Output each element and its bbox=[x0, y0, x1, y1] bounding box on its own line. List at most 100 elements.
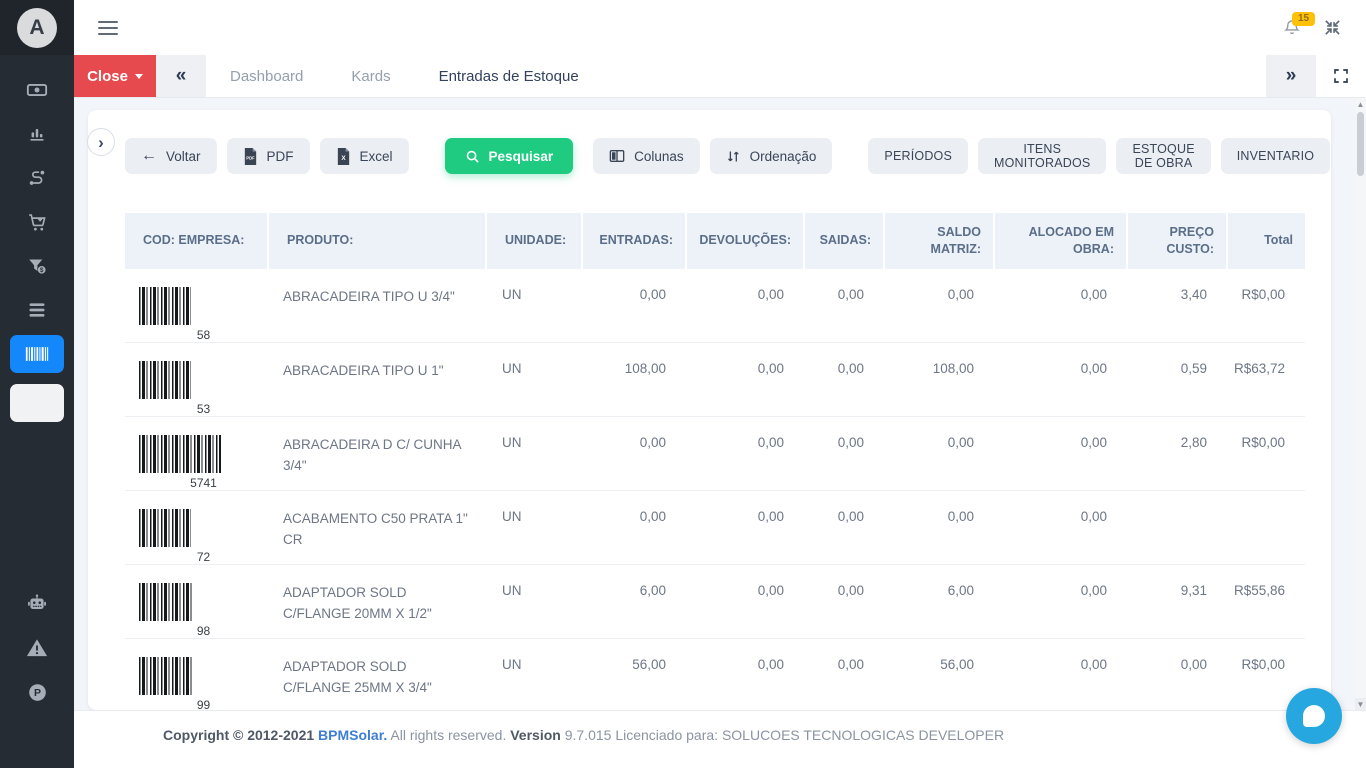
logo-letter: A bbox=[29, 16, 44, 40]
alocado-obra-link[interactable]: 0,00 bbox=[994, 564, 1127, 638]
product-link[interactable]: ABRACADEIRA D C/ CUNHA 3/4" bbox=[268, 416, 486, 490]
scroll-up-arrow[interactable]: ▲ bbox=[1355, 98, 1366, 110]
alocado-obra-link[interactable]: 0,00 bbox=[994, 638, 1127, 710]
sidebar-item-reports[interactable] bbox=[0, 112, 74, 156]
header-preco-custo[interactable]: PREÇO CUSTO: bbox=[1127, 213, 1227, 269]
scroll-down-arrow[interactable]: ▼ bbox=[1355, 698, 1366, 710]
chat-icon bbox=[1303, 705, 1325, 727]
stock-table-body: 58 ABRACADEIRA TIPO U 3/4" UN 0,00 0,00 … bbox=[125, 269, 1305, 710]
barcode-number: 53 bbox=[139, 402, 268, 416]
search-icon bbox=[465, 149, 480, 164]
vertical-scrollbar[interactable]: ▲ ▼ bbox=[1355, 98, 1366, 710]
sidebar-item-alerts[interactable] bbox=[0, 626, 74, 670]
warning-triangle-icon bbox=[26, 637, 48, 659]
header-cod-empresa[interactable]: COD: EMPRESA: bbox=[125, 213, 268, 269]
inventario-button[interactable]: INVENTARIO bbox=[1221, 138, 1330, 174]
ordenacao-label: Ordenação bbox=[750, 149, 817, 164]
banknote-icon bbox=[26, 79, 48, 101]
sidebar-item-routes[interactable] bbox=[0, 156, 74, 200]
voltar-button[interactable]: ← Voltar bbox=[125, 138, 217, 174]
header-saldo-matriz[interactable]: SALDO MATRIZ: bbox=[884, 213, 994, 269]
sidebar-item-assistant[interactable] bbox=[0, 582, 74, 626]
tabbar: Close « Dashboard Kards Entradas de Esto… bbox=[74, 55, 1366, 98]
barcode-number: 58 bbox=[139, 328, 268, 342]
tab-dashboard[interactable]: Dashboard bbox=[206, 55, 327, 97]
chat-widget-button[interactable] bbox=[1286, 688, 1342, 744]
excel-file-icon: X bbox=[336, 148, 351, 165]
header-unidade[interactable]: UNIDADE: bbox=[486, 213, 582, 269]
compress-icon[interactable] bbox=[1323, 18, 1342, 37]
sidebar-item-lists[interactable] bbox=[0, 288, 74, 332]
sort-icon bbox=[726, 149, 741, 164]
header-alocado-em-obra[interactable]: ALOCADO EM OBRA: bbox=[994, 213, 1127, 269]
pdf-button[interactable]: PDF PDF bbox=[227, 138, 310, 174]
tabs-scroll-left-button[interactable]: « bbox=[156, 55, 206, 97]
footer-version-info: 9.7.015 Licenciado para: SOLUCOES TECNOL… bbox=[561, 727, 1004, 743]
product-link[interactable]: ADAPTADOR SOLD C/FLANGE 25MM X 3/4" bbox=[268, 638, 486, 710]
tab-entradas-de-estoque[interactable]: Entradas de Estoque bbox=[415, 55, 603, 97]
cart-plus-icon bbox=[27, 212, 48, 233]
footer-brand-link[interactable]: BPMSolar. bbox=[318, 727, 387, 743]
stock-card: ← Voltar PDF PDF X Excel bbox=[88, 110, 1331, 710]
columns-icon bbox=[609, 149, 625, 163]
tabs-scroll-right-button[interactable]: » bbox=[1266, 55, 1316, 97]
sidebar-item-sales-filter[interactable]: $ bbox=[0, 244, 74, 288]
sidebar-nav: $ bbox=[0, 55, 74, 768]
stock-table: COD: EMPRESA: PRODUTO: UNIDADE: ENTRADAS… bbox=[125, 213, 1305, 710]
sidebar: A bbox=[0, 0, 74, 768]
header-entradas[interactable]: ENTRADAS: bbox=[582, 213, 686, 269]
saldo-matriz-cell: 6,00 bbox=[884, 564, 994, 638]
stock-table-header: COD: EMPRESA: PRODUTO: UNIDADE: ENTRADAS… bbox=[125, 213, 1305, 269]
header-devolucoes[interactable]: DEVOLUÇÕES: bbox=[686, 213, 804, 269]
ordenacao-button[interactable]: Ordenação bbox=[710, 138, 833, 174]
pdf-file-icon: PDF bbox=[243, 148, 258, 165]
tab-kards[interactable]: Kards bbox=[327, 55, 414, 97]
unit-cell: UN bbox=[486, 490, 582, 564]
cod-empresa-cell: 72 bbox=[125, 490, 268, 564]
sidebar-item-parking[interactable]: P bbox=[0, 670, 74, 714]
total-cell: R$63,72 bbox=[1227, 342, 1305, 416]
itens-monitorados-button[interactable]: ITENS MONITORADOS bbox=[978, 138, 1106, 174]
table-row: 98 ADAPTADOR SOLD C/FLANGE 20MM X 1/2" U… bbox=[125, 564, 1305, 638]
tabbar-right: » bbox=[1266, 55, 1366, 97]
saidas-cell: 0,00 bbox=[804, 490, 884, 564]
product-link[interactable]: ADAPTADOR SOLD C/FLANGE 20MM X 1/2" bbox=[268, 564, 486, 638]
app-logo[interactable]: A bbox=[0, 0, 74, 55]
sidebar-submenu-stub[interactable] bbox=[10, 384, 64, 422]
pesquisar-button[interactable]: Pesquisar bbox=[445, 138, 574, 174]
header-produto[interactable]: PRODUTO: bbox=[268, 213, 486, 269]
devolucoes-cell: 0,00 bbox=[686, 416, 804, 490]
product-link[interactable]: ABRACADEIRA TIPO U 3/4" bbox=[268, 269, 486, 343]
alocado-obra-link[interactable]: 0,00 bbox=[994, 490, 1127, 564]
sidebar-item-stock-barcode[interactable] bbox=[10, 335, 64, 373]
fullscreen-button[interactable] bbox=[1316, 55, 1366, 97]
unit-cell: UN bbox=[486, 564, 582, 638]
header-saidas[interactable]: SAIDAS: bbox=[804, 213, 884, 269]
scrollbar-thumb[interactable] bbox=[1357, 112, 1364, 176]
excel-button[interactable]: X Excel bbox=[320, 138, 409, 174]
sidebar-item-finance[interactable] bbox=[0, 68, 74, 112]
sidebar-item-purchases[interactable] bbox=[0, 200, 74, 244]
periodos-button[interactable]: PERÍODOS bbox=[868, 138, 968, 174]
product-link[interactable]: ABRACADEIRA TIPO U 1" bbox=[268, 342, 486, 416]
list-icon bbox=[27, 302, 47, 318]
excel-label: Excel bbox=[360, 149, 393, 164]
toolbar: ← Voltar PDF PDF X Excel bbox=[125, 138, 1305, 174]
alocado-obra-link[interactable]: 0,00 bbox=[994, 342, 1127, 416]
notifications-button[interactable]: 15 bbox=[1283, 18, 1301, 37]
saidas-cell: 0,00 bbox=[804, 342, 884, 416]
product-link[interactable]: ACABAMENTO C50 PRATA 1" CR bbox=[268, 490, 486, 564]
footer-version-label: Version bbox=[510, 727, 561, 743]
close-tabs-button[interactable]: Close bbox=[74, 55, 156, 97]
devolucoes-cell: 0,00 bbox=[686, 638, 804, 710]
alocado-obra-link[interactable]: 0,00 bbox=[994, 416, 1127, 490]
header-total[interactable]: Total bbox=[1227, 213, 1305, 269]
panel-toggle-button[interactable]: › bbox=[87, 128, 115, 156]
alocado-obra-link[interactable]: 0,00 bbox=[994, 269, 1127, 343]
table-row: 53 ABRACADEIRA TIPO U 1" UN 108,00 0,00 … bbox=[125, 342, 1305, 416]
colunas-button[interactable]: Colunas bbox=[593, 138, 700, 174]
barcode-number: 5741 bbox=[139, 476, 268, 490]
entradas-cell: 0,00 bbox=[582, 269, 686, 343]
estoque-de-obra-button[interactable]: ESTOQUE DE OBRA bbox=[1116, 138, 1210, 174]
hamburger-menu-icon[interactable] bbox=[98, 21, 118, 35]
